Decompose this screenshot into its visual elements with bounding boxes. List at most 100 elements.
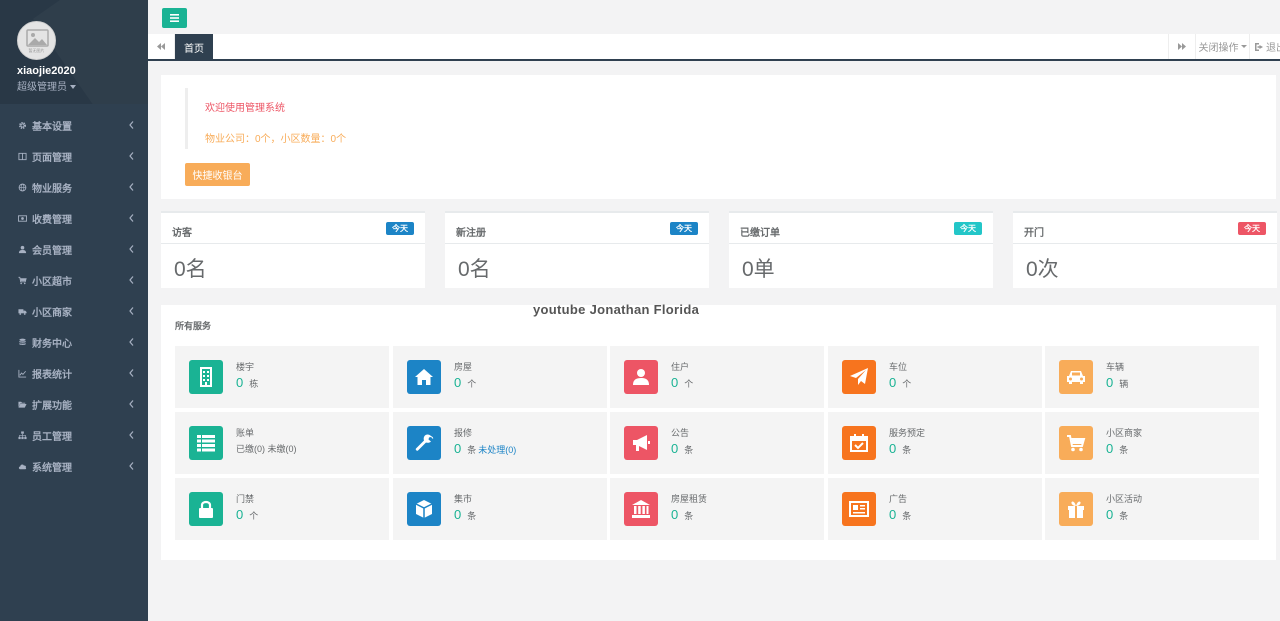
list-icon [197,435,215,452]
profile-header: 暂无图片 xiaojie2020 超级管理员 [0,0,148,104]
service-tile[interactable]: 小区活动 0 条 [1045,478,1259,540]
service-stats: 0个 [671,375,693,390]
logout-label: 退出 [1266,43,1280,54]
sidebar: 暂无图片 xiaojie2020 超级管理员 基本设置页面管理物业服务收费管理会… [0,0,148,621]
service-stats: 0个 [454,375,476,390]
avatar[interactable]: 暂无图片 [17,21,56,60]
user-icon [18,245,26,254]
service-tile[interactable]: 车位 0 个 [828,346,1042,408]
service-name: 报修 [454,428,473,438]
service-name: 住户 [671,362,690,372]
sidebar-item-8[interactable]: 报表统计 [0,358,148,389]
service-count: 0 [671,375,679,390]
close-operations-dropdown[interactable]: 关闭操作 [1195,34,1249,59]
stat-divider [161,243,425,244]
columns-icon [17,152,27,161]
stat-value: 0单 [742,258,775,281]
service-tile[interactable]: 报修 0 条未处理(0) [393,412,607,474]
service-unit: 条 [467,511,477,521]
sidebar-item-0[interactable]: 基本设置 [0,110,148,141]
sign-out-icon [1255,42,1263,51]
backward-icon [157,43,165,50]
stat-value: 0名 [174,258,207,281]
service-tile[interactable]: 楼宇 0 栋 [175,346,389,408]
menu-toggle-button[interactable] [162,8,187,28]
service-unit: 辆 [1119,379,1129,389]
stat-divider [729,243,993,244]
service-tile[interactable]: 公告 0 条 [610,412,824,474]
chevron-left-icon [129,121,134,129]
service-tile[interactable]: 服务预定 0 条 [828,412,1042,474]
role-dropdown[interactable]: 超级管理员 [17,78,76,93]
sidebar-item-2[interactable]: 物业服务 [0,172,148,203]
user-icon [633,369,649,385]
service-count: 0 [236,507,244,522]
service-tile[interactable]: 小区商家 0 条 [1045,412,1259,474]
stat-box: 新注册 今天 0名 [445,211,709,288]
service-stats: 0条 [889,507,911,522]
database-icon [18,338,26,345]
service-tile[interactable]: 车辆 0 辆 [1045,346,1259,408]
service-count: 0 [454,507,462,522]
service-tile[interactable]: 集市 0 条 [393,478,607,540]
money-icon [17,215,27,222]
chevron-left-icon [129,183,134,191]
sidebar-item-label: 物业服务 [32,184,72,195]
sidebar-item-9[interactable]: 扩展功能 [0,389,148,420]
quick-cashier-button[interactable]: 快捷收银台 [185,163,250,186]
service-tile[interactable]: 房屋租赁 0 条 [610,478,824,540]
stat-box: 开门 今天 0次 [1013,211,1277,288]
menu-icon-wrap [17,245,27,255]
welcome-panel: 欢迎使用管理系统 物业公司：0个，小区数量：0个 快捷收银台 [161,75,1276,199]
sidebar-item-label: 小区超市 [32,277,72,288]
tab-scroll-right-button[interactable] [1168,34,1194,59]
sidebar-item-label: 页面管理 [32,153,72,164]
chevron-left-icon [129,431,134,439]
chevron-left-icon [129,245,134,253]
services-title: 所有服务 [175,321,212,331]
service-tile[interactable]: 广告 0 条 [828,478,1042,540]
service-icon-box [1059,360,1093,394]
chevron-left-icon [129,214,134,222]
cloud-icon [18,464,26,470]
sidebar-item-1[interactable]: 页面管理 [0,141,148,172]
calendar-check-icon [850,434,868,452]
service-tile[interactable]: 账单 已缴(0) 未缴(0) [175,412,389,474]
service-icon-box [1059,492,1093,526]
service-count: 0 [236,375,244,390]
menu-icon-wrap [17,462,27,472]
sidebar-item-4[interactable]: 会员管理 [0,234,148,265]
tab-home[interactable]: 首页 [175,34,213,61]
sidebar-item-7[interactable]: 财务中心 [0,327,148,358]
service-name: 门禁 [236,494,255,504]
service-icon-box [624,426,658,460]
image-placeholder-icon [26,29,49,47]
service-icon-box [624,360,658,394]
caret-down-icon [70,85,76,90]
service-stats: 0个 [236,507,258,522]
tab-scroll-left-button[interactable] [148,34,175,59]
today-badge: 今天 [1238,222,1266,235]
avatar-caption: 暂无图片 [28,48,45,53]
sidebar-item-label: 基本设置 [32,122,72,133]
sidebar-item-6[interactable]: 小区商家 [0,296,148,327]
stat-title: 访客 [172,228,192,239]
sidebar-item-5[interactable]: 小区超市 [0,265,148,296]
sidebar-item-label: 小区商家 [32,308,72,319]
service-tile[interactable]: 住户 0 个 [610,346,824,408]
menu-icon-wrap [17,121,27,131]
service-name: 车辆 [1106,362,1125,372]
service-unit: 条 [1119,445,1129,455]
pending-link[interactable]: 未处理(0) [478,445,516,455]
service-count: 0 [671,441,679,456]
chevron-left-icon [129,369,134,377]
service-tile[interactable]: 房屋 0 个 [393,346,607,408]
logout-button[interactable]: 退出 [1249,34,1280,59]
cart-icon [1067,435,1086,452]
sidebar-item-10[interactable]: 员工管理 [0,420,148,451]
stat-box: 已缴订单 今天 0单 [729,211,993,288]
sidebar-item-11[interactable]: 系统管理 [0,451,148,482]
sidebar-item-3[interactable]: 收费管理 [0,203,148,234]
service-tile[interactable]: 门禁 0 个 [175,478,389,540]
today-badge: 今天 [670,222,698,235]
